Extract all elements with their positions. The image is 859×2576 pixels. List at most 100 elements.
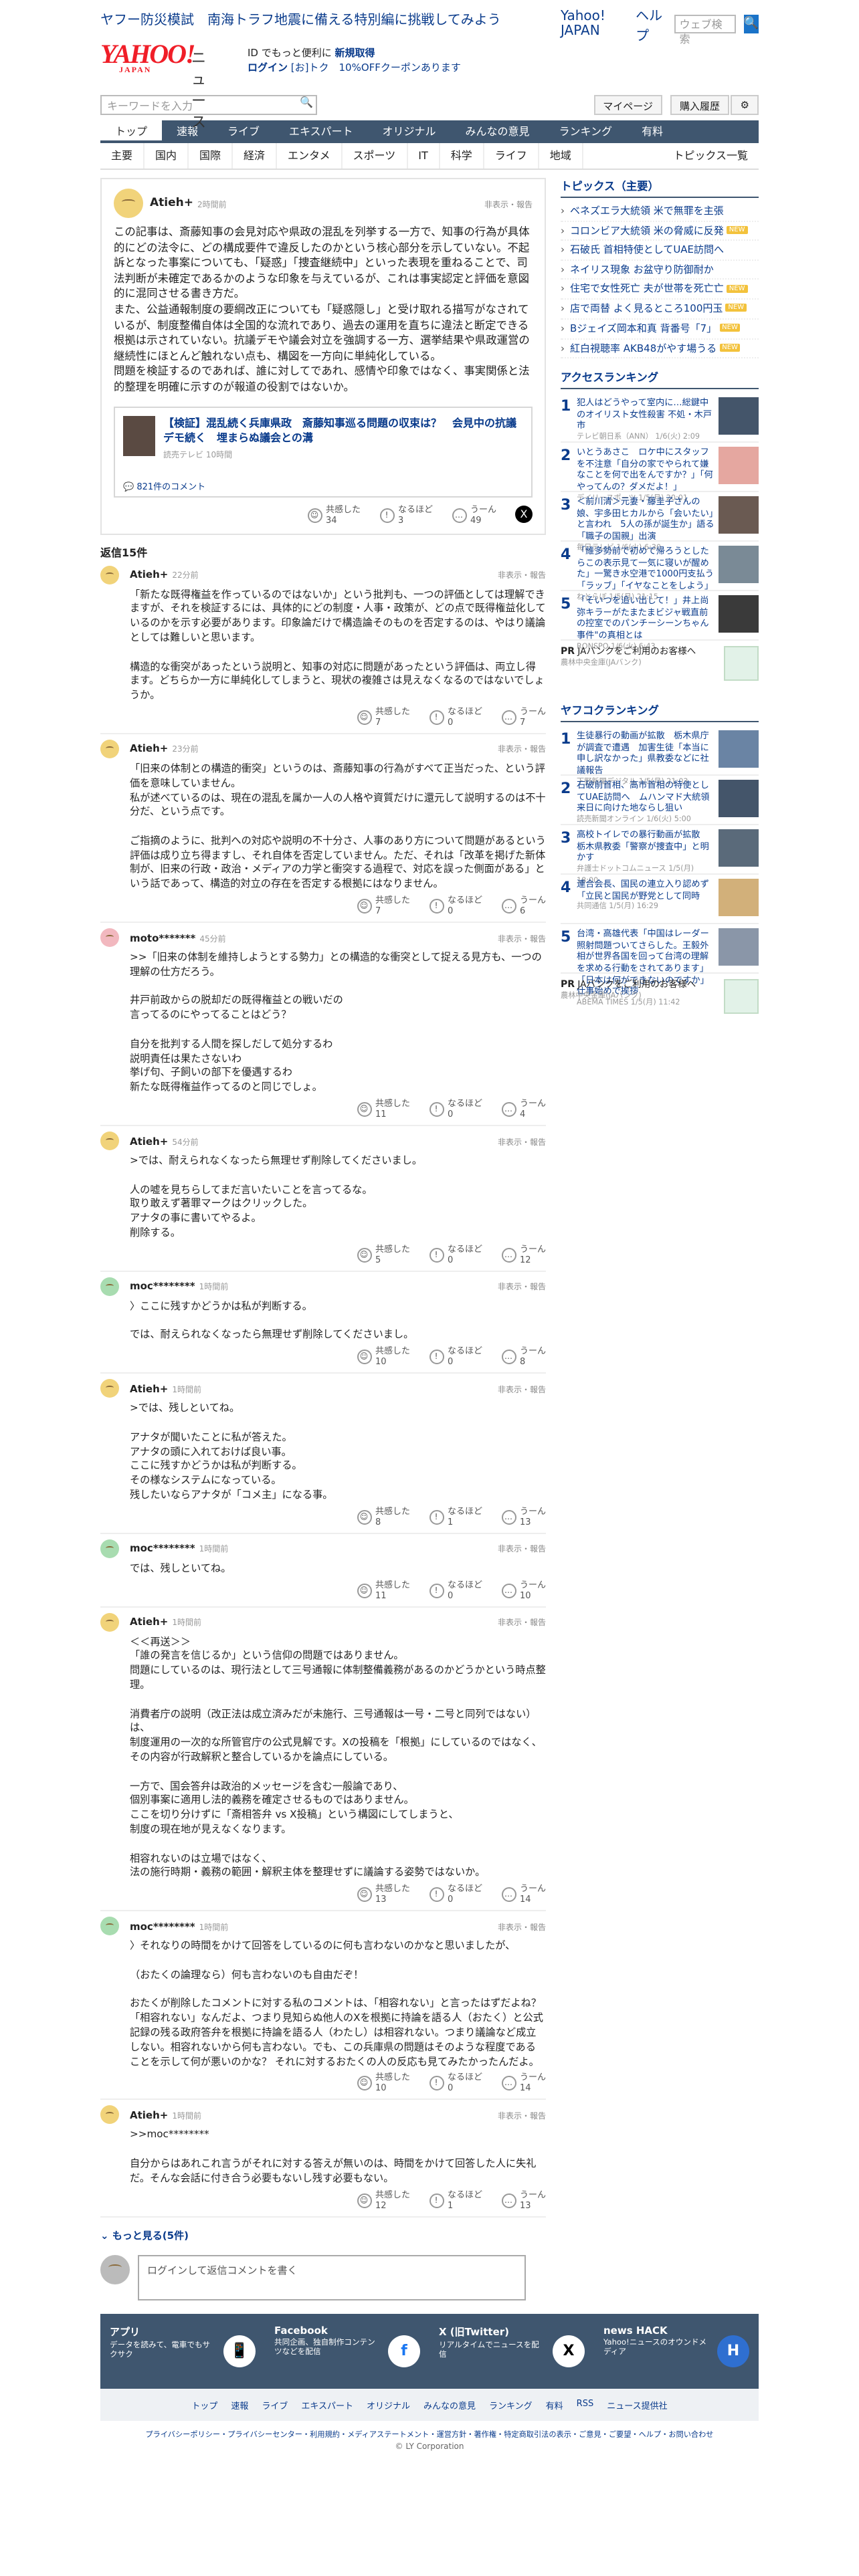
report-link[interactable]: 非表示・報告 <box>498 1135 546 1147</box>
nav-breaking[interactable]: 速報 <box>162 120 213 143</box>
topic-item[interactable]: コロンビア大統領 米の脅威に反発NEW <box>561 221 759 241</box>
rank-title[interactable]: 石破前首相、高市首相の特使としてUAE訪問へ ムハンマド大統領来日に向けた地なら… <box>577 780 709 814</box>
nav-top[interactable]: トップ <box>100 120 162 143</box>
report-link[interactable]: 非表示・報告 <box>498 1920 546 1932</box>
newshack-link[interactable]: news HACK Yahoo!ニュースのオウンドメディア H <box>594 2324 759 2377</box>
topbar-announcement[interactable]: ヤフー防災模試 南海トラフ地震に備える特別編に挑戦してみよう <box>100 8 546 28</box>
comment-count-link[interactable]: 💬 821件のコメント <box>123 478 205 492</box>
hmm-button[interactable]: … うーん 7 <box>501 707 546 728</box>
footer-nav-item[interactable]: RSS <box>577 2397 594 2411</box>
yahoo-news-logo[interactable]: YAHOO! JAPAN ニュース <box>100 40 206 131</box>
topic-item[interactable]: ベネズエラ大統領 米で無罪を主張 <box>561 202 759 221</box>
footer-nav-item[interactable]: みんなの意見 <box>423 2397 476 2411</box>
ranking-item[interactable]: 1 犯人はどうやって室内に…総鍵中のオイリスト女性殺害 不処・木戸市 テレビ朝日系（… <box>561 394 759 443</box>
rank-title[interactable]: 「そいつを追い出して！」井上尚弥キラーがたまたまビジャ戦直前の控室でのパンチーシ… <box>577 596 709 641</box>
reply-user[interactable]: Atieh+ <box>130 1616 168 1628</box>
topic-title[interactable]: 住宅で女性死亡 夫が世帯を死亡亡 <box>570 283 724 295</box>
subnav-item[interactable]: 国際 <box>189 143 233 169</box>
rank-text[interactable]: 高校トイレでの暴行動画が拡散 栃木県教委「警察が捜査中」と明かす 弁護士ドットコム… <box>577 830 714 885</box>
reply-user[interactable]: moc******** <box>130 1543 195 1555</box>
insight-button[interactable]: ! なるほど 1 <box>429 2189 482 2210</box>
empathy-button[interactable]: ☺ 共感した 13 <box>357 1884 410 1905</box>
footer-nav-item[interactable]: 有料 <box>546 2397 563 2411</box>
subnav-item[interactable]: 国内 <box>145 143 189 169</box>
rank-text[interactable]: 「維多勢前で初めて帰ろうとしたらこの表示見て一気に寝いが醒めた」一驚き水空港で1… <box>577 546 714 602</box>
ranking-item[interactable]: 4 連合会長、国民の連立入り認めず「立民と国民が野党として同時 共同通信 1/5(月… <box>561 875 759 925</box>
empathy-button[interactable]: ☺ 共感した 11 <box>357 1580 410 1600</box>
reply-user[interactable]: Atieh+ <box>130 1135 168 1147</box>
insight-button[interactable]: ! なるほど 0 <box>429 1099 482 1119</box>
comment-user[interactable]: Atieh+ <box>150 197 193 210</box>
topics-list-link[interactable]: トピックス一覧 <box>662 143 759 170</box>
rank-title[interactable]: いとうあさこ ロケ中にスタッフを不注意「自分の家でやられて嫌なことを何で出をんで… <box>577 447 713 493</box>
hmm-button[interactable]: … うーん 8 <box>501 1346 546 1367</box>
empathy-button[interactable]: ☺ 共感した 12 <box>357 2189 410 2210</box>
insight-button[interactable]: ! なるほど 0 <box>429 1884 482 1905</box>
x-link[interactable]: X (旧Twitter) リアルタイムでニュースを配信 X <box>430 2324 594 2377</box>
nav-original[interactable]: オリジナル <box>368 120 451 143</box>
empathy-button[interactable]: ☺ 共感した 11 <box>357 1099 410 1119</box>
mypage-button[interactable]: マイページ <box>593 95 662 115</box>
web-search-input[interactable]: ウェブ検索 <box>674 15 736 45</box>
report-link[interactable]: 非表示・報告 <box>498 932 546 944</box>
subnav-item[interactable]: ライフ <box>484 143 539 169</box>
yahoo-japan-link[interactable]: Yahoo! JAPAN <box>561 9 628 39</box>
topic-item[interactable]: 石破氏 首相特使としてUAE訪問へ <box>561 241 759 261</box>
rank-text[interactable]: ＜前川清＞元妻・藤圭子さんの娘、宇多田ヒカルから「会いたい」と言われ 5人の孫が… <box>577 497 714 552</box>
insight-button[interactable]: ! なるほど 0 <box>429 707 482 728</box>
rank-title[interactable]: 高校トイレでの暴行動画が拡散 栃木県教委「警察が捜査中」と明かす <box>577 830 709 863</box>
topic-title[interactable]: ベネズエラ大統領 米で無罪を主張 <box>570 205 724 217</box>
reply-user[interactable]: moc******** <box>130 1920 195 1932</box>
reply-user[interactable]: moto******* <box>130 932 195 944</box>
reply-user[interactable]: Atieh+ <box>130 2109 168 2121</box>
show-more-button[interactable]: ⌄ もっと見る(5件) <box>100 2228 546 2242</box>
gear-icon[interactable]: ⚙ <box>731 95 759 115</box>
report-link[interactable]: 非表示・報告 <box>498 1616 546 1628</box>
rank-title[interactable]: 連合会長、国民の連立入り認めず「立民と国民が野党として同時 <box>577 879 709 901</box>
search-icon[interactable]: 🔍 <box>300 96 313 108</box>
nav-expert[interactable]: エキスパート <box>274 120 368 143</box>
hmm-button[interactable]: … うーん 13 <box>501 1507 546 1527</box>
ranking-item[interactable]: 1 生徒暴行の動画が拡散 栃木県庁が調査で遭遇 加害生徒「本当に申し訳なかった」県… <box>561 727 759 786</box>
article-title[interactable]: 【検証】混乱続く兵庫県政 斎藤知事巡る問題の収束は？ 会見中の抗議デモ続く 埋ま… <box>163 415 523 445</box>
subnav-item[interactable]: IT <box>407 143 440 169</box>
ad-block[interactable]: PR JAバンクをご利用のお客様へ 農林中央金庫(JAバンク) <box>561 974 759 1025</box>
rank-title[interactable]: 犯人はどうやって室内に…総鍵中のオイリスト女性殺害 不処・木戸市 <box>577 398 712 431</box>
empathy-button[interactable]: ☺ 共感した 7 <box>357 895 410 916</box>
hmm-button[interactable]: … うーん 10 <box>501 1580 546 1600</box>
nav-paid[interactable]: 有料 <box>627 120 678 143</box>
insight-button[interactable]: ! なるほど 0 <box>429 895 482 916</box>
insight-button[interactable]: ! なるほど 0 <box>429 1580 482 1600</box>
hmm-button[interactable]: … うーん 49 <box>452 504 496 525</box>
rank-text[interactable]: 連合会長、国民の連立入り認めず「立民と国民が野党として同時 共同通信 1/5(月)… <box>577 879 714 920</box>
insight-button[interactable]: ! なるほど 3 <box>379 504 433 525</box>
insight-button[interactable]: ! なるほど 1 <box>429 1507 482 1527</box>
report-link[interactable]: 非表示・報告 <box>498 1382 546 1394</box>
topic-title[interactable]: ネイリス現象 お盆守り防御耐か <box>570 263 714 276</box>
rank-text[interactable]: 生徒暴行の動画が拡散 栃木県庁が調査で遭遇 加害生徒「本当に申し訳なかった」県教… <box>577 731 714 786</box>
hmm-button[interactable]: … うーん 14 <box>501 1884 546 1905</box>
related-article[interactable]: 【検証】混乱続く兵庫県政 斎藤知事巡る問題の収束は？ 会見中の抗議デモ続く 埋ま… <box>114 406 533 498</box>
rank-text[interactable]: いとうあさこ ロケ中にスタッフを不注意「自分の家でやられて嫌なことを何で出をんで… <box>577 447 714 503</box>
search-icon[interactable]: 🔍 <box>743 15 759 33</box>
ranking-item[interactable]: 5 「そいつを追い出して！」井上尚弥キラーがたまたまビジャ戦直前の控室でのパンチー… <box>561 592 759 651</box>
ranking-item[interactable]: 4 「維多勢前で初めて帰ろうとしたらこの表示見て一気に寝いが醒めた」一驚き水空港で… <box>561 542 759 602</box>
topic-title[interactable]: 石破氏 首相特使としてUAE訪問へ <box>570 244 724 256</box>
topic-item[interactable]: 住宅で女性死亡 夫が世帯を死亡亡NEW <box>561 280 759 300</box>
rank-text[interactable]: 台湾・高雄代表「中国はレーダー照射問題ついてさらした。王毅外相が世界各国を回って… <box>577 929 714 1007</box>
footer-nav-item[interactable]: ランキング <box>489 2397 533 2411</box>
insight-button[interactable]: ! なるほど 0 <box>429 2073 482 2094</box>
ranking-item[interactable]: 3 ＜前川清＞元妻・藤圭子さんの娘、宇多田ヒカルから「会いたい」と言われ 5人の孫… <box>561 493 759 552</box>
report-link[interactable]: 非表示・報告 <box>498 743 546 755</box>
topic-title[interactable]: Bジェイズ岡本和真 背番号「7」 <box>570 322 717 334</box>
ranking-item[interactable]: 2 いとうあさこ ロケ中にスタッフを不注意「自分の家でやられて嫌なことを何で出をん… <box>561 443 759 503</box>
app-link[interactable]: アプリ データを読みて、電車でもサクサク 📱 <box>100 2324 265 2377</box>
reply-user[interactable]: Atieh+ <box>130 568 168 580</box>
topic-item[interactable]: Bジェイズ岡本和真 背番号「7」NEW <box>561 320 759 339</box>
topic-title[interactable]: 紅白視聴率 AKB48がやす場うる <box>570 342 717 354</box>
topic-item[interactable]: 紅白視聴率 AKB48がやす場うるNEW <box>561 339 759 359</box>
rank-title[interactable]: 「維多勢前で初めて帰ろうとしたらこの表示見て一気に寝いが醒めた」一驚き水空港で1… <box>577 546 714 592</box>
promo-banner[interactable]: ID でもっと便利に 新規取得 ログイン [お]トク 10%OFFクーポンありま… <box>248 45 461 75</box>
nav-opinions[interactable]: みんなの意見 <box>451 120 545 143</box>
hmm-button[interactable]: … うーん 6 <box>501 895 546 916</box>
